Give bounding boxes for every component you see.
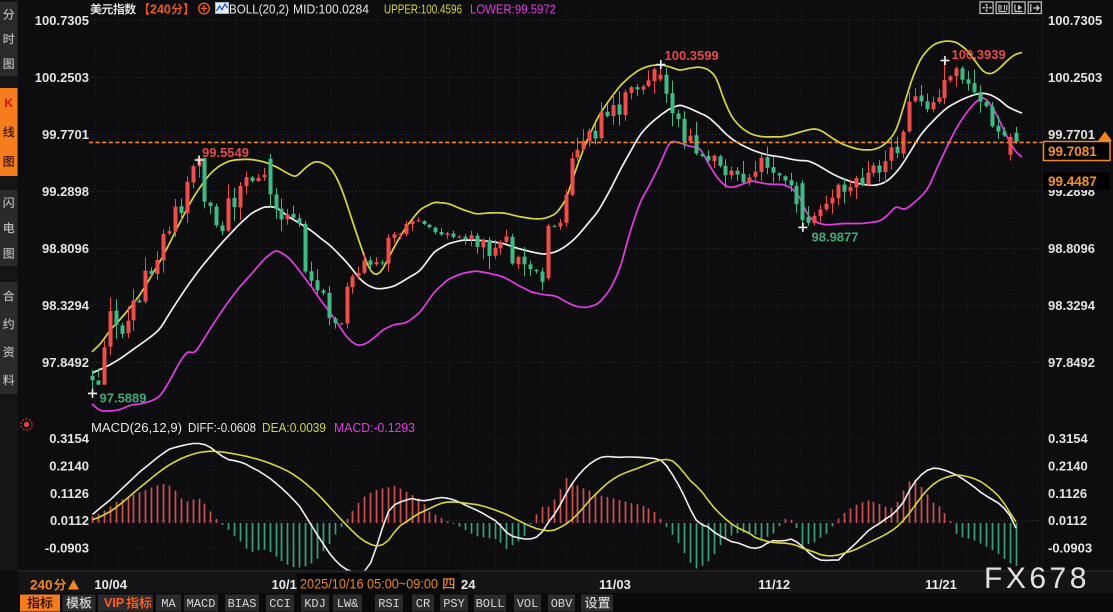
svg-text:0.2140: 0.2140 (49, 458, 89, 473)
svg-text:PSY: PSY (443, 597, 465, 611)
svg-text:VOL: VOL (517, 597, 539, 611)
svg-text:0.1126: 0.1126 (50, 486, 89, 501)
svg-text:OBV: OBV (551, 597, 573, 611)
svg-text:240: 240 (150, 3, 171, 17)
svg-text:100.7305: 100.7305 (35, 13, 89, 28)
svg-text:0.0112: 0.0112 (1048, 513, 1087, 528)
svg-text:CCI: CCI (269, 597, 291, 611)
svg-text:100.3939: 100.3939 (952, 47, 1006, 62)
svg-text:99.4487: 99.4487 (1048, 174, 1097, 189)
svg-text:11/21: 11/21 (925, 577, 957, 592)
svg-text:-0.0903: -0.0903 (1048, 541, 1092, 556)
svg-text:KDJ: KDJ (304, 597, 326, 611)
svg-text:97.8492: 97.8492 (42, 355, 89, 370)
svg-text:100.3599: 100.3599 (665, 48, 719, 63)
svg-text:LOWER:99.5972: LOWER:99.5972 (470, 2, 556, 17)
svg-text:99.2898: 99.2898 (42, 184, 89, 199)
svg-text:99.7701: 99.7701 (1048, 127, 1095, 142)
svg-text:LW&: LW& (337, 597, 359, 611)
svg-text:-0.0903: -0.0903 (45, 541, 89, 556)
svg-text:24: 24 (461, 577, 476, 592)
svg-text:98.8096: 98.8096 (42, 241, 89, 256)
svg-text:BOLL(20,2): BOLL(20,2) (229, 2, 289, 17)
svg-text:99.7081: 99.7081 (1048, 144, 1097, 159)
svg-text:CR: CR (416, 597, 430, 611)
svg-text:MACD(26,12,9): MACD(26,12,9) (91, 420, 182, 435)
svg-text:0.3154: 0.3154 (49, 431, 90, 446)
svg-text:100.7305: 100.7305 (1048, 13, 1102, 28)
svg-text:98.9877: 98.9877 (812, 230, 859, 245)
svg-text:98.8096: 98.8096 (1048, 241, 1095, 256)
svg-text:100.2503: 100.2503 (35, 70, 89, 85)
svg-text:97.5889: 97.5889 (100, 391, 147, 406)
svg-text:11/12: 11/12 (758, 577, 790, 592)
svg-text:BIAS: BIAS (228, 597, 257, 611)
svg-text:DEA:0.0039: DEA:0.0039 (262, 420, 326, 435)
svg-text:11/03: 11/03 (599, 577, 631, 592)
svg-text:RSI: RSI (378, 597, 400, 611)
svg-text:BOLL: BOLL (476, 597, 505, 611)
svg-text:DIFF:-0.0608: DIFF:-0.0608 (188, 420, 256, 435)
svg-text:0.1126: 0.1126 (1048, 486, 1087, 501)
svg-text:240: 240 (30, 578, 53, 593)
svg-text:MACD:-0.1293: MACD:-0.1293 (334, 420, 415, 435)
svg-text:MACD: MACD (187, 597, 216, 611)
svg-text:98.3294: 98.3294 (1048, 298, 1096, 313)
svg-text:K: K (4, 96, 13, 110)
svg-text:0.2140: 0.2140 (1048, 458, 1088, 473)
svg-text:98.3294: 98.3294 (42, 298, 90, 313)
svg-text:2025/10/16 05:00~09:00: 2025/10/16 05:00~09:00 (300, 577, 438, 592)
svg-text:100.2503: 100.2503 (1048, 70, 1102, 85)
svg-text:99.7701: 99.7701 (42, 127, 89, 142)
svg-text:97.8492: 97.8492 (1048, 355, 1095, 370)
svg-text:FX678: FX678 (984, 562, 1090, 595)
svg-text:10/04: 10/04 (94, 577, 127, 592)
svg-text:UPPER:100.4596: UPPER:100.4596 (384, 2, 462, 17)
svg-text:0.3154: 0.3154 (1048, 431, 1089, 446)
svg-text:MA: MA (161, 597, 176, 611)
svg-text:VIP: VIP (104, 596, 124, 610)
svg-text:MID:100.0284: MID:100.0284 (293, 2, 369, 17)
svg-text:0.0112: 0.0112 (50, 513, 89, 528)
svg-text:99.5549: 99.5549 (202, 145, 249, 160)
